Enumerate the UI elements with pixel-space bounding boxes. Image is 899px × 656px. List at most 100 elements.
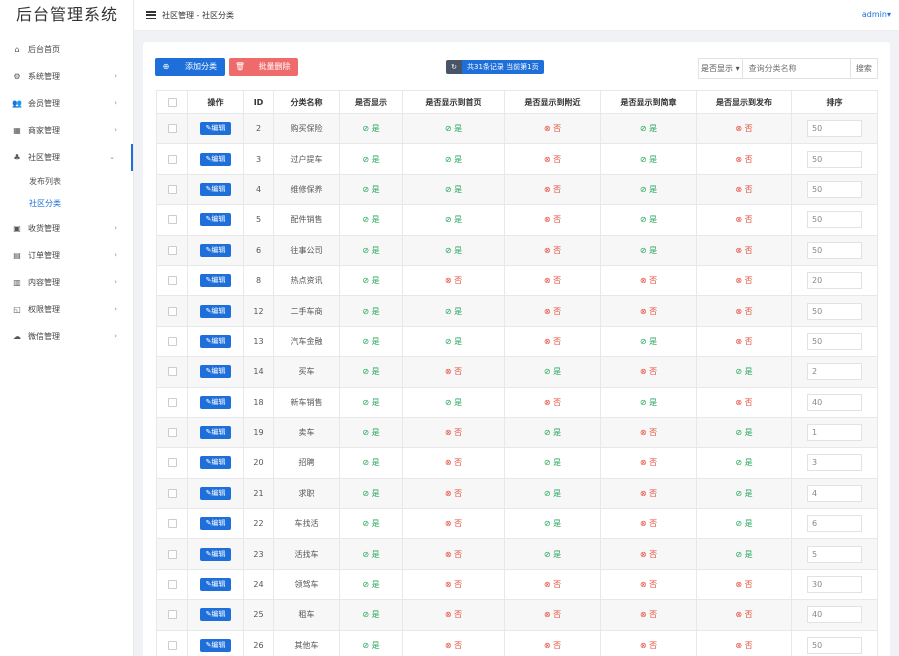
flag-no-toggle[interactable]: ⊗ 否 xyxy=(640,367,657,376)
flag-no-toggle[interactable]: ⊗ 否 xyxy=(735,215,752,224)
edit-button[interactable]: ✎编辑 xyxy=(200,365,231,379)
search-button[interactable]: 搜索 xyxy=(849,59,877,78)
flag-yes-toggle[interactable]: ⊘ 是 xyxy=(362,398,379,407)
search-input[interactable] xyxy=(742,59,850,78)
flag-yes-toggle[interactable]: ⊘ 是 xyxy=(640,185,657,194)
sidebar-item[interactable]: ⌂ 后台首页 xyxy=(0,36,133,63)
flag-no-toggle[interactable]: ⊗ 否 xyxy=(735,185,752,194)
flag-no-toggle[interactable]: ⊗ 否 xyxy=(544,610,561,619)
flag-no-toggle[interactable]: ⊗ 否 xyxy=(445,519,462,528)
flag-yes-toggle[interactable]: ⊘ 是 xyxy=(362,124,379,133)
row-select-cell[interactable] xyxy=(156,204,188,236)
flag-no-toggle[interactable]: ⊗ 否 xyxy=(544,215,561,224)
row-checkbox[interactable] xyxy=(167,336,177,346)
edit-button[interactable]: ✎编辑 xyxy=(200,456,231,470)
row-select-cell[interactable] xyxy=(156,295,188,327)
flag-yes-toggle[interactable]: ⊘ 是 xyxy=(544,550,561,559)
edit-button[interactable]: ✎编辑 xyxy=(200,334,231,348)
sidebar-item[interactable]: ♣ 社区管理 ⌄ xyxy=(0,144,133,171)
flag-yes-toggle[interactable]: ⊘ 是 xyxy=(640,155,657,164)
flag-yes-toggle[interactable]: ⊘ 是 xyxy=(362,580,379,589)
flag-no-toggle[interactable]: ⊗ 否 xyxy=(640,580,657,589)
flag-yes-toggle[interactable]: ⊘ 是 xyxy=(445,155,462,164)
row-select-cell[interactable] xyxy=(156,325,188,358)
row-select-cell[interactable] xyxy=(156,629,188,656)
flag-yes-toggle[interactable]: ⊘ 是 xyxy=(362,519,379,528)
flag-yes-toggle[interactable]: ⊘ 是 xyxy=(640,337,657,346)
row-checkbox[interactable] xyxy=(167,184,177,194)
edit-button[interactable]: ✎编辑 xyxy=(200,638,231,652)
flag-no-toggle[interactable]: ⊗ 否 xyxy=(544,124,561,133)
flag-yes-toggle[interactable]: ⊘ 是 xyxy=(362,307,379,316)
flag-no-toggle[interactable]: ⊗ 否 xyxy=(544,641,561,650)
sort-input[interactable] xyxy=(807,241,862,259)
row-select-cell[interactable] xyxy=(156,538,188,570)
sort-input[interactable] xyxy=(807,515,862,533)
sort-input[interactable] xyxy=(807,332,862,350)
flag-yes-toggle[interactable]: ⊘ 是 xyxy=(362,428,379,437)
flag-yes-toggle[interactable]: ⊘ 是 xyxy=(362,550,379,559)
row-select-cell[interactable] xyxy=(156,568,188,601)
edit-button[interactable]: ✎编辑 xyxy=(200,182,231,196)
sort-input[interactable] xyxy=(807,363,862,381)
flag-yes-toggle[interactable]: ⊘ 是 xyxy=(544,519,561,528)
row-select-cell[interactable] xyxy=(156,173,188,206)
flag-yes-toggle[interactable]: ⊘ 是 xyxy=(544,458,561,467)
select-all-header[interactable] xyxy=(156,90,188,114)
sidebar-item[interactable]: ▣ 收货管理 › xyxy=(0,215,133,242)
row-checkbox[interactable] xyxy=(167,124,177,134)
sort-input[interactable] xyxy=(807,120,862,138)
flag-yes-toggle[interactable]: ⊘ 是 xyxy=(445,246,462,255)
sidebar-item[interactable]: 👥 会员管理 › xyxy=(0,90,133,117)
flag-yes-toggle[interactable]: ⊘ 是 xyxy=(362,337,379,346)
flag-yes-toggle[interactable]: ⊘ 是 xyxy=(735,428,752,437)
add-category-button[interactable]: ⊕ 添加分类 xyxy=(155,58,225,76)
edit-button[interactable]: ✎编辑 xyxy=(200,426,231,440)
flag-no-toggle[interactable]: ⊗ 否 xyxy=(445,428,462,437)
flag-no-toggle[interactable]: ⊗ 否 xyxy=(544,246,561,255)
edit-button[interactable]: ✎编辑 xyxy=(200,304,231,318)
flag-no-toggle[interactable]: ⊗ 否 xyxy=(445,550,462,559)
flag-yes-toggle[interactable]: ⊘ 是 xyxy=(544,489,561,498)
flag-yes-toggle[interactable]: ⊘ 是 xyxy=(445,124,462,133)
edit-button[interactable]: ✎编辑 xyxy=(200,274,231,288)
row-checkbox[interactable] xyxy=(167,640,177,650)
flag-yes-toggle[interactable]: ⊘ 是 xyxy=(362,276,379,285)
row-select-cell[interactable] xyxy=(156,508,188,540)
edit-button[interactable]: ✎编辑 xyxy=(200,395,231,409)
row-checkbox[interactable] xyxy=(167,245,177,255)
flag-no-toggle[interactable]: ⊗ 否 xyxy=(544,398,561,407)
row-select-cell[interactable] xyxy=(156,477,188,510)
flag-no-toggle[interactable]: ⊗ 否 xyxy=(544,337,561,346)
sort-input[interactable] xyxy=(807,484,862,502)
flag-yes-toggle[interactable]: ⊘ 是 xyxy=(735,367,752,376)
flag-no-toggle[interactable]: ⊗ 否 xyxy=(640,276,657,285)
row-checkbox[interactable] xyxy=(167,154,177,164)
refresh-icon[interactable]: ↻ xyxy=(446,60,462,74)
flag-yes-toggle[interactable]: ⊘ 是 xyxy=(735,519,752,528)
edit-button[interactable]: ✎编辑 xyxy=(200,122,231,136)
flag-no-toggle[interactable]: ⊗ 否 xyxy=(640,610,657,619)
flag-no-toggle[interactable]: ⊗ 否 xyxy=(735,580,752,589)
flag-no-toggle[interactable]: ⊗ 否 xyxy=(640,307,657,316)
flag-yes-toggle[interactable]: ⊘ 是 xyxy=(445,215,462,224)
flag-no-toggle[interactable]: ⊗ 否 xyxy=(445,276,462,285)
row-checkbox[interactable] xyxy=(167,488,177,498)
edit-button[interactable]: ✎编辑 xyxy=(200,213,231,227)
row-checkbox[interactable] xyxy=(167,519,177,529)
flag-no-toggle[interactable]: ⊗ 否 xyxy=(544,580,561,589)
sort-input[interactable] xyxy=(807,302,862,320)
flag-no-toggle[interactable]: ⊗ 否 xyxy=(445,641,462,650)
flag-no-toggle[interactable]: ⊗ 否 xyxy=(640,550,657,559)
sidebar-item[interactable]: ☁ 微信管理 › xyxy=(0,323,133,350)
flag-yes-toggle[interactable]: ⊘ 是 xyxy=(640,398,657,407)
flag-no-toggle[interactable]: ⊗ 否 xyxy=(735,398,752,407)
sidebar-item[interactable]: ⚙ 系统管理 › xyxy=(0,63,133,90)
flag-yes-toggle[interactable]: ⊘ 是 xyxy=(544,428,561,437)
edit-button[interactable]: ✎编辑 xyxy=(200,517,231,531)
flag-no-toggle[interactable]: ⊗ 否 xyxy=(544,185,561,194)
flag-no-toggle[interactable]: ⊗ 否 xyxy=(735,276,752,285)
edit-button[interactable]: ✎编辑 xyxy=(200,547,231,561)
sidebar-item[interactable]: ▥ 内容管理 › xyxy=(0,269,133,296)
flag-no-toggle[interactable]: ⊗ 否 xyxy=(735,610,752,619)
